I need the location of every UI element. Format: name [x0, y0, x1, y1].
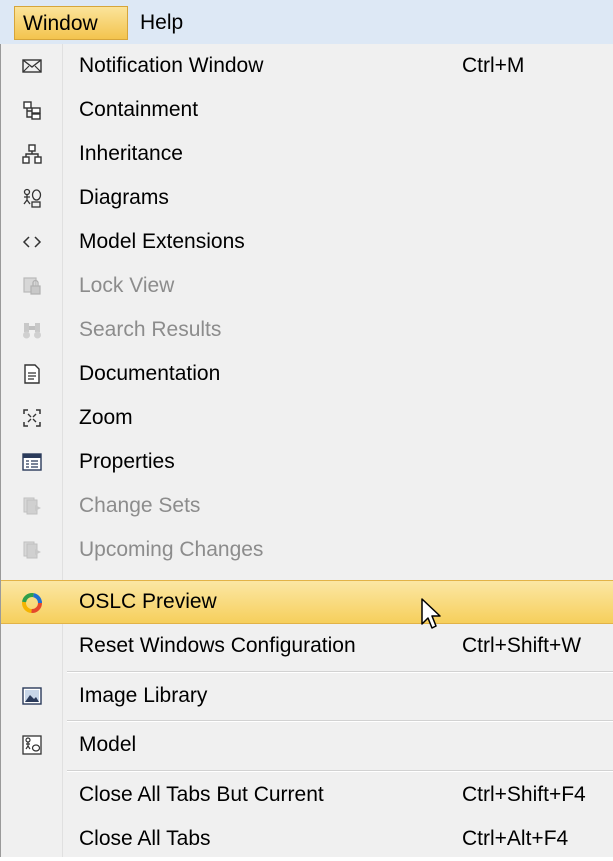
menu-item-label: Containment — [79, 98, 199, 121]
image-icon — [21, 685, 43, 707]
menu-item-image-library[interactable]: Image Library — [1, 674, 613, 718]
menu-item-search-results[interactable]: Search Results — [1, 308, 613, 352]
menu-item-label: Upcoming Changes — [79, 538, 264, 561]
menu-item-label: Search Results — [79, 318, 222, 341]
menu-item-label: Zoom — [79, 406, 133, 429]
menu-item-model[interactable]: Model — [1, 723, 613, 767]
menu-help[interactable]: Help — [132, 6, 202, 40]
menu-item-zoom[interactable]: Zoom — [1, 396, 613, 440]
containment-tree-icon — [21, 99, 43, 121]
menu-item-label: Close All Tabs — [79, 827, 211, 850]
menu-window[interactable]: Window — [14, 6, 128, 40]
menu-separator-highlight — [67, 672, 613, 673]
menu-item-label: OSLC Preview — [79, 590, 217, 613]
lock-view-icon — [21, 275, 43, 297]
model-icon — [21, 734, 43, 756]
menu-item-label: Image Library — [79, 684, 208, 707]
menu-item-shortcut: Ctrl+M — [462, 54, 525, 77]
menu-item-reset-windows-configuration[interactable]: Reset Windows Configuration Ctrl+Shift+W — [1, 624, 613, 668]
menu-item-containment[interactable]: Containment — [1, 88, 613, 132]
properties-table-icon — [21, 451, 43, 473]
menu-item-shortcut: Ctrl+Shift+F4 — [462, 783, 586, 806]
menu-item-label: Lock View — [79, 274, 175, 297]
menu-item-shortcut: Ctrl+Alt+F4 — [462, 827, 569, 850]
menu-separator-highlight — [67, 721, 613, 722]
menu-item-diagrams[interactable]: Diagrams — [1, 176, 613, 220]
diagrams-icon — [21, 187, 43, 209]
window-dropdown-menu: Notification Window Ctrl+M Containment I… — [0, 44, 613, 857]
menu-separator-highlight — [67, 771, 613, 772]
menu-bar: Window Help — [0, 0, 613, 45]
zoom-icon — [21, 407, 43, 429]
menu-item-label: Close All Tabs But Current — [79, 783, 324, 806]
notification-icon — [21, 55, 43, 77]
document-icon — [21, 363, 43, 385]
menu-item-documentation[interactable]: Documentation — [1, 352, 613, 396]
inheritance-tree-icon — [21, 143, 43, 165]
menu-item-close-all-tabs[interactable]: Close All Tabs Ctrl+Alt+F4 — [1, 817, 613, 861]
menu-item-shortcut: Ctrl+Shift+W — [462, 634, 582, 657]
menu-item-label: Inheritance — [79, 142, 183, 165]
menu-item-label: Notification Window — [79, 54, 264, 77]
menu-item-oslc-preview[interactable]: OSLC Preview — [1, 580, 613, 624]
menu-item-close-all-tabs-but-current[interactable]: Close All Tabs But Current Ctrl+Shift+F4 — [1, 773, 613, 817]
menu-item-label: Model Extensions — [79, 230, 245, 253]
menu-item-label: Properties — [79, 450, 175, 473]
mouse-pointer-icon — [421, 598, 443, 637]
menu-item-notification-window[interactable]: Notification Window Ctrl+M — [1, 44, 613, 88]
menu-item-properties[interactable]: Properties — [1, 440, 613, 484]
menu-item-label: Change Sets — [79, 494, 201, 517]
menu-item-label: Reset Windows Configuration — [79, 634, 356, 657]
menu-item-label: Model — [79, 733, 137, 756]
binoculars-icon — [21, 319, 43, 341]
menu-item-inheritance[interactable]: Inheritance — [1, 132, 613, 176]
menu-item-model-extensions[interactable]: Model Extensions — [1, 220, 613, 264]
menu-item-change-sets[interactable]: Change Sets — [1, 484, 613, 528]
menu-item-label: Documentation — [79, 362, 221, 385]
upcoming-changes-icon — [21, 539, 43, 561]
change-sets-icon — [21, 495, 43, 517]
angle-brackets-icon — [21, 231, 43, 253]
menu-item-upcoming-changes[interactable]: Upcoming Changes — [1, 528, 613, 572]
oslc-ring-icon — [21, 592, 43, 614]
menu-item-lock-view[interactable]: Lock View — [1, 264, 613, 308]
menu-item-label: Diagrams — [79, 186, 169, 209]
